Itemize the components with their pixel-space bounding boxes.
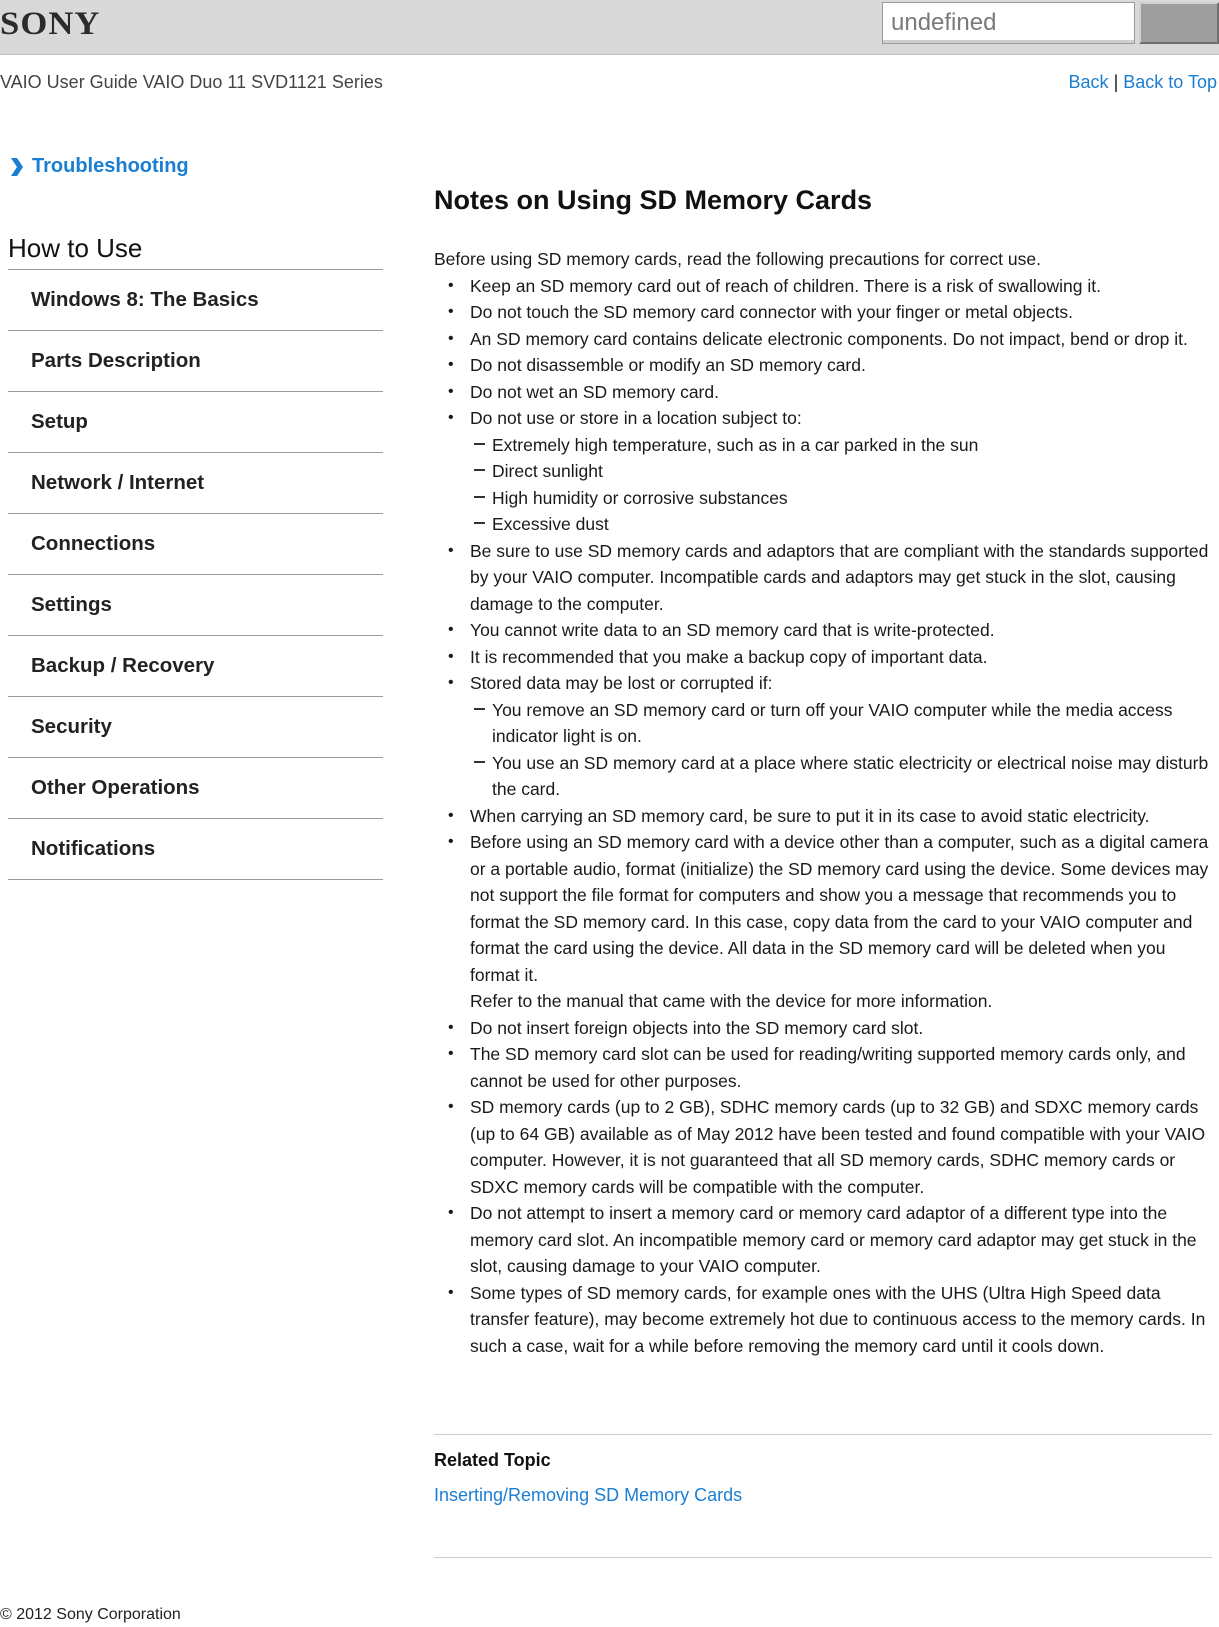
sidebar-item-network-internet[interactable]: Network / Internet (8, 453, 383, 514)
sub-list-item: High humidity or corrosive substances (470, 485, 1212, 512)
guide-title: VAIO User Guide VAIO Duo 11 SVD1121 Seri… (0, 72, 383, 92)
sidebar-item-notifications[interactable]: Notifications (8, 819, 383, 880)
chevron-right-icon (11, 157, 23, 176)
top-links: Back | Back to Top (1069, 72, 1217, 93)
copyright: © 2012 Sony Corporation (0, 1606, 181, 1623)
sidebar-item-parts-description[interactable]: Parts Description (8, 331, 383, 392)
sidebar-item-security[interactable]: Security (8, 697, 383, 758)
top-bar: SONY (0, 0, 1219, 55)
sidebar-item-settings[interactable]: Settings (8, 575, 383, 636)
sony-logo: SONY (0, 6, 101, 42)
list-item: It is recommended that you make a backup… (434, 644, 1212, 671)
search-button[interactable] (1139, 2, 1219, 44)
list-item: Keep an SD memory card out of reach of c… (434, 273, 1212, 300)
list-item: SD memory cards (up to 2 GB), SDHC memor… (434, 1094, 1212, 1200)
list-item: Be sure to use SD memory cards and adapt… (434, 538, 1212, 618)
related-topic-link[interactable]: Inserting/Removing SD Memory Cards (434, 1485, 1212, 1506)
back-to-top-link[interactable]: Back to Top (1123, 72, 1217, 92)
sidebar-nav: Windows 8: The Basics Parts Description … (8, 269, 383, 880)
sub-list-item: You remove an SD memory card or turn off… (470, 697, 1212, 750)
list-item: An SD memory card contains delicate elec… (434, 326, 1212, 353)
list-item: Do not use or store in a location subjec… (434, 405, 1212, 538)
list-item: Do not wet an SD memory card. (434, 379, 1212, 406)
sub-list: You remove an SD memory card or turn off… (470, 697, 1212, 803)
search-input[interactable] (882, 2, 1135, 44)
sub-list-item: Extremely high temperature, such as in a… (470, 432, 1212, 459)
list-item: The SD memory card slot can be used for … (434, 1041, 1212, 1094)
sub-list-item: Direct sunlight (470, 458, 1212, 485)
article-intro: Before using SD memory cards, read the f… (434, 249, 1041, 269)
list-item-note: Refer to the manual that came with the d… (470, 991, 993, 1011)
list-item: You cannot write data to an SD memory ca… (434, 617, 1212, 644)
related-topics: Related Topic Inserting/Removing SD Memo… (434, 1434, 1212, 1558)
precautions-list: Keep an SD memory card out of reach of c… (434, 273, 1212, 1360)
back-link[interactable]: Back (1069, 72, 1109, 92)
sidebar-item-backup-recovery[interactable]: Backup / Recovery (8, 636, 383, 697)
list-item: Do not attempt to insert a memory card o… (434, 1200, 1212, 1280)
sidebar-section-title: How to Use (8, 233, 143, 263)
list-item: Do not touch the SD memory card connecto… (434, 299, 1212, 326)
article: Notes on Using SD Memory Cards Before us… (434, 185, 1212, 1359)
troubleshooting-nav: Troubleshooting (10, 155, 189, 178)
sub-list-item: You use an SD memory card at a place whe… (470, 750, 1212, 803)
sidebar-item-connections[interactable]: Connections (8, 514, 383, 575)
sidebar-item-windows-8-basics[interactable]: Windows 8: The Basics (8, 270, 383, 331)
sidebar-item-setup[interactable]: Setup (8, 392, 383, 453)
list-item: Some types of SD memory cards, for examp… (434, 1280, 1212, 1360)
page-title: Notes on Using SD Memory Cards (434, 185, 873, 215)
list-item: Stored data may be lost or corrupted if:… (434, 670, 1212, 803)
troubleshooting-link[interactable]: Troubleshooting (32, 155, 189, 178)
list-item: Do not insert foreign objects into the S… (434, 1015, 1212, 1042)
related-topic-heading: Related Topic (434, 1450, 551, 1470)
sub-list-item: Excessive dust (470, 511, 1212, 538)
list-item: Do not disassemble or modify an SD memor… (434, 352, 1212, 379)
list-item: Before using an SD memory card with a de… (434, 829, 1212, 1015)
list-item: When carrying an SD memory card, be sure… (434, 803, 1212, 830)
sub-list: Extremely high temperature, such as in a… (470, 432, 1212, 538)
sidebar-item-other-operations[interactable]: Other Operations (8, 758, 383, 819)
link-separator: | (1113, 72, 1119, 92)
